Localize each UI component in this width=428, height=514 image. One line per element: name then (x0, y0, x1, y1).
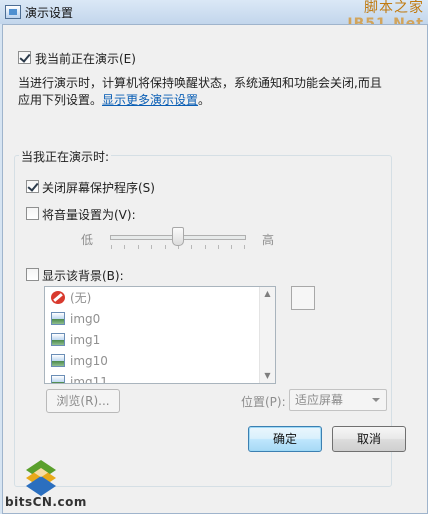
watermark-bottom: bitsCN.com (5, 495, 87, 509)
scroll-up-arrow-icon[interactable]: ▲ (260, 287, 275, 301)
image-icon (51, 354, 65, 367)
volume-high-label: 高 (262, 233, 275, 247)
presenting-option[interactable]: 我当前正在演示(E) (18, 50, 218, 66)
position-select[interactable]: 适应屏幕 (289, 389, 387, 411)
volume-slider-thumb[interactable] (172, 227, 184, 246)
list-item-label: img11 (70, 375, 108, 384)
watermark-site-cn: 脚本之家 (364, 0, 424, 16)
background-option[interactable]: 显示该背景(B): (26, 267, 156, 283)
volume-label: 将音量设置为(V): (42, 208, 136, 222)
position-label: 位置(P): (241, 395, 286, 409)
list-item-label: (无) (70, 291, 92, 305)
background-checkbox[interactable] (26, 268, 39, 281)
ok-button[interactable]: 确定 (248, 426, 322, 452)
list-item-label: img1 (70, 333, 101, 347)
listbox-scrollbar[interactable]: ▲ ▼ (259, 287, 275, 383)
image-icon (51, 333, 65, 346)
more-presentation-settings-link[interactable]: 显示更多演示设置 (102, 93, 198, 107)
image-icon (51, 312, 65, 325)
volume-checkbox[interactable] (26, 207, 39, 220)
presenting-label: 我当前正在演示(E) (35, 52, 136, 66)
image-icon (51, 375, 65, 383)
volume-option[interactable]: 将音量设置为(V): (26, 206, 176, 222)
presentation-settings-icon (5, 5, 21, 19)
no-entry-icon (51, 291, 65, 304)
screensaver-option[interactable]: 关闭屏幕保护程序(S) (26, 179, 196, 195)
description-line-1: 当进行演示时，计算机将保持唤醒状态，系统通知和功能会关闭,而且 (18, 76, 382, 90)
volume-low-label: 低 (81, 233, 94, 247)
screensaver-checkbox[interactable] (26, 180, 39, 193)
browse-button[interactable]: 浏览(R)... (46, 389, 120, 413)
watermark-logo (26, 460, 56, 496)
background-preview (291, 286, 315, 310)
description-line-2-prefix: 应用下列设置。 (18, 93, 103, 107)
description-line-2-suffix: 。 (198, 93, 211, 107)
group-title: 当我正在演示时: (19, 148, 112, 165)
chevron-down-icon (372, 398, 380, 402)
dialog-client-area: 我当前正在演示(E) 当进行演示时，计算机将保持唤醒状态，系统通知和功能会关闭,… (2, 24, 428, 514)
background-listbox[interactable]: (无) img0 img1 img10 img11 ▲ ▼ (44, 286, 276, 384)
window-title: 演示设置 (25, 6, 74, 20)
list-item-label: img0 (70, 312, 101, 326)
screensaver-label: 关闭屏幕保护程序(S) (42, 181, 155, 195)
title-bar[interactable]: 演示设置 脚本之家 JB51.Net (0, 0, 428, 32)
list-item-label: img10 (70, 354, 108, 368)
presenting-checkbox[interactable] (18, 51, 31, 64)
scroll-down-arrow-icon[interactable]: ▼ (260, 369, 275, 383)
background-label: 显示该背景(B): (42, 269, 124, 283)
cancel-button[interactable]: 取消 (332, 426, 406, 452)
description-line-2: 应用下列设置。显示更多演示设置。 (18, 91, 210, 108)
position-select-value: 适应屏幕 (295, 393, 344, 407)
